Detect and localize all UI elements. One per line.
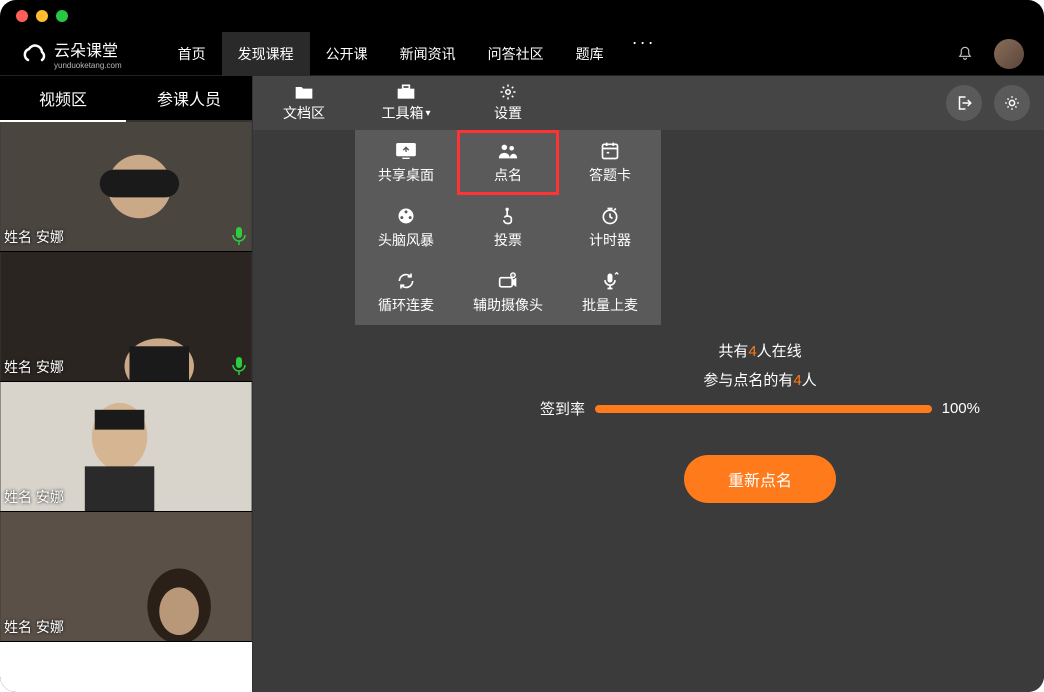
tab-toolbox-label: 工具箱 [381, 103, 423, 123]
progress-bar [595, 405, 932, 413]
tool-brainstorm[interactable]: 头脑风暴 [355, 195, 457, 260]
touch-icon [497, 206, 519, 226]
folder-icon [294, 83, 314, 101]
video-tile[interactable]: 姓名 安娜 [0, 252, 252, 382]
user-avatar[interactable] [994, 39, 1024, 69]
nav-public[interactable]: 公开课 [310, 32, 384, 76]
top-nav: 云朵课堂 yunduoketang.com 首页 发现课程 公开课 新闻资讯 问… [0, 32, 1044, 76]
progress-fill [595, 405, 932, 413]
toolbox-dropdown: 共享桌面 点名 答题卡 头脑风暴 投票 计时器 循环连麦 辅助摄像头 [355, 130, 661, 325]
film-reel-icon [395, 206, 417, 226]
nav-discover[interactable]: 发现课程 [222, 32, 310, 76]
nav-news[interactable]: 新闻资讯 [384, 32, 472, 76]
brand-logo[interactable]: 云朵课堂 yunduoketang.com [20, 37, 122, 70]
camera-plus-icon [497, 271, 519, 291]
main-toolbar: 文档区 工具箱▾ 设置 [253, 76, 1044, 130]
close-dot[interactable] [16, 10, 28, 22]
window-titlebar [0, 0, 1044, 32]
rollcall-panel: 共有4人在线 参与点名的有4人 签到率 100% 重新点名 [540, 340, 980, 503]
mic-icon[interactable] [232, 357, 246, 375]
briefcase-icon [396, 83, 416, 101]
video-tile[interactable]: 姓名 安娜 [0, 512, 252, 642]
mic-up-icon [599, 271, 621, 291]
cloud-icon [20, 42, 48, 66]
name-tag: 姓名 安娜 [4, 227, 64, 247]
cycle-icon [395, 271, 417, 291]
settings-button[interactable] [994, 85, 1030, 121]
monitor-share-icon [395, 141, 417, 161]
bell-icon[interactable] [956, 45, 974, 63]
brand-name: 云朵课堂 [54, 43, 118, 60]
tab-participants[interactable]: 参课人员 [126, 76, 252, 120]
online-count-text: 共有4人在线 [718, 340, 801, 361]
video-tile[interactable]: 姓名 安娜 [0, 382, 252, 512]
redo-rollcall-button[interactable]: 重新点名 [684, 455, 836, 503]
brand-domain: yunduoketang.com [54, 61, 122, 70]
tab-docs[interactable]: 文档区 [253, 76, 355, 130]
mic-icon[interactable] [232, 227, 246, 245]
nav-qa[interactable]: 问答社区 [472, 32, 560, 76]
tool-timer[interactable]: 计时器 [559, 195, 661, 260]
gear-icon [1003, 94, 1021, 112]
tab-toolbox[interactable]: 工具箱▾ [355, 76, 457, 130]
exit-icon [955, 94, 973, 112]
maximize-dot[interactable] [56, 10, 68, 22]
rate-label: 签到率 [540, 398, 585, 419]
minimize-dot[interactable] [36, 10, 48, 22]
caret-down-icon: ▾ [425, 108, 430, 119]
nav-bank[interactable]: 题库 [560, 32, 620, 76]
video-tile[interactable]: 姓名 安娜 [0, 122, 252, 252]
nav-home[interactable]: 首页 [162, 32, 222, 76]
name-tag: 姓名 安娜 [4, 487, 64, 507]
tool-answer-card[interactable]: 答题卡 [559, 130, 661, 195]
nav-more[interactable]: ··· [620, 32, 668, 76]
tab-docs-label: 文档区 [283, 103, 325, 123]
people-icon [497, 141, 519, 161]
tool-aux-camera[interactable]: 辅助摄像头 [457, 260, 559, 325]
tool-vote[interactable]: 投票 [457, 195, 559, 260]
tab-settings[interactable]: 设置 [457, 76, 559, 130]
gear-icon [498, 83, 518, 101]
tool-roll-call[interactable]: 点名 [457, 130, 559, 195]
tool-cycle-mic[interactable]: 循环连麦 [355, 260, 457, 325]
clock-icon [599, 206, 621, 226]
name-tag: 姓名 安娜 [4, 357, 64, 377]
video-tile-empty [0, 642, 252, 692]
name-tag: 姓名 安娜 [4, 617, 64, 637]
rate-percent: 100% [942, 400, 980, 417]
tool-share-desktop[interactable]: 共享桌面 [355, 130, 457, 195]
tool-batch-mic[interactable]: 批量上麦 [559, 260, 661, 325]
sidebar: 视频区 参课人员 姓名 安娜 姓名 安娜 姓名 安娜 [0, 76, 253, 692]
tab-video-area[interactable]: 视频区 [0, 76, 126, 122]
tab-settings-label: 设置 [494, 103, 522, 123]
calendar-icon [599, 141, 621, 161]
video-list: 姓名 安娜 姓名 安娜 姓名 安娜 姓名 安娜 [0, 122, 252, 692]
exit-button[interactable] [946, 85, 982, 121]
participated-text: 参与点名的有4人 [703, 369, 816, 390]
